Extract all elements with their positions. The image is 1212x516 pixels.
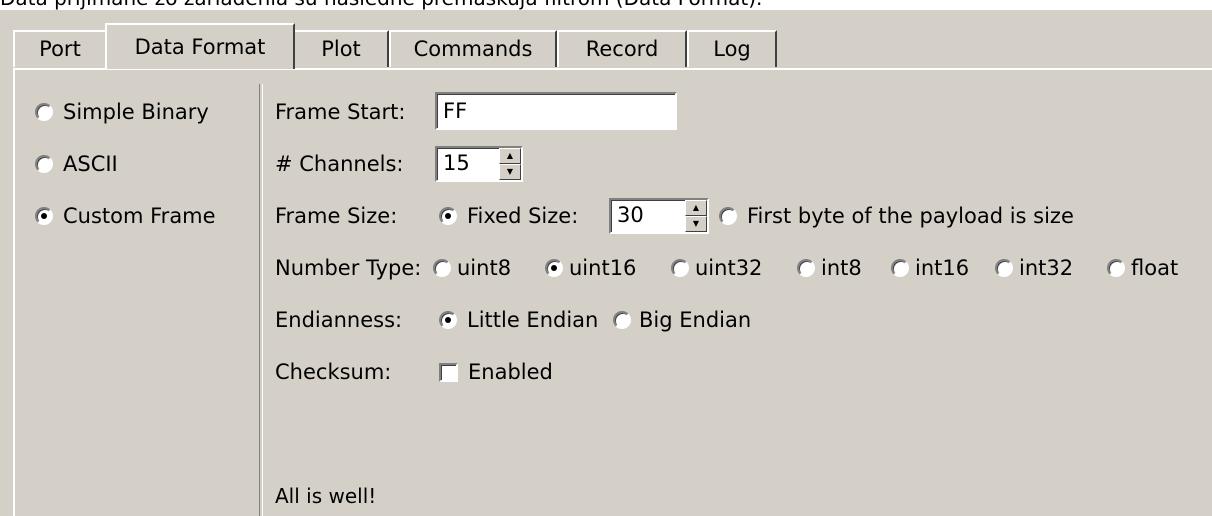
mode-simple-binary-radio[interactable]	[35, 103, 53, 121]
number-type-int16-radio[interactable]	[891, 259, 909, 277]
endianness-label: Endianness:	[275, 308, 403, 332]
tab-port[interactable]: Port	[13, 30, 107, 67]
number-type-float-radio[interactable]	[1107, 259, 1125, 277]
channels-up-arrow-icon[interactable]: ▲	[499, 148, 521, 164]
frame-size-first-byte-label: First byte of the payload is size	[747, 204, 1074, 228]
frame-size-fixed[interactable]: Fixed Size:	[439, 204, 578, 228]
channels-down-arrow-icon[interactable]: ▼	[499, 164, 521, 180]
number-type-uint8-label: uint8	[457, 256, 512, 280]
tab-record[interactable]: Record	[557, 30, 687, 67]
frame-size-first-byte[interactable]: First byte of the payload is size	[719, 204, 1074, 228]
number-type-uint32-label: uint32	[695, 256, 763, 280]
number-type-uint8[interactable]: uint8	[433, 256, 511, 280]
endianness-big-radio[interactable]	[613, 311, 631, 329]
mode-simple-binary-label: Simple Binary	[63, 100, 209, 124]
endianness-little-radio[interactable]	[439, 311, 457, 329]
number-type-float-label: float	[1131, 256, 1179, 280]
fixed-size-up-arrow-icon[interactable]: ▲	[685, 200, 707, 216]
group-divider	[259, 84, 263, 516]
number-type-uint32[interactable]: uint32	[671, 256, 762, 280]
frame-size-fixed-label: Fixed Size:	[467, 204, 579, 228]
number-type-uint32-radio[interactable]	[671, 259, 689, 277]
checksum-label: Checksum:	[275, 360, 392, 384]
mode-ascii-radio[interactable]	[35, 155, 53, 173]
frame-start-label: Frame Start:	[275, 100, 406, 124]
channels-spin-buttons: ▲ ▼	[499, 148, 521, 180]
fixed-size-value[interactable]: 30	[611, 200, 685, 232]
number-type-float[interactable]: float	[1107, 256, 1178, 280]
frame-size-fixed-radio[interactable]	[439, 207, 457, 225]
tab-log[interactable]: Log	[687, 30, 777, 67]
tab-data-format[interactable]: Data Format	[105, 23, 295, 69]
endianness-little[interactable]: Little Endian	[439, 308, 598, 332]
channels-label: # Channels:	[275, 152, 404, 176]
endianness-big-label: Big Endian	[639, 308, 752, 332]
mode-custom-frame-radio[interactable]	[35, 207, 53, 225]
fixed-size-spin-buttons: ▲ ▼	[685, 200, 707, 232]
number-type-int32-label: int32	[1019, 256, 1074, 280]
channels-spinner[interactable]: 15 ▲ ▼	[435, 146, 523, 182]
tab-commands[interactable]: Commands	[389, 30, 557, 67]
mode-ascii-label: ASCII	[63, 152, 118, 176]
endianness-little-label: Little Endian	[467, 308, 599, 332]
tab-bar: Port Data Format Plot Commands Record Lo…	[13, 23, 1203, 69]
number-type-int8-label: int8	[821, 256, 862, 280]
number-type-int32[interactable]: int32	[995, 256, 1073, 280]
number-type-uint16-radio[interactable]	[545, 259, 563, 277]
fixed-size-down-arrow-icon[interactable]: ▼	[685, 216, 707, 232]
tab-plot[interactable]: Plot	[293, 30, 389, 67]
checksum-enabled[interactable]: Enabled	[439, 360, 553, 384]
caption-text: Dáta prijímané zo zariadenia sú následne…	[0, 0, 1212, 10]
frame-start-input[interactable]: FF	[435, 92, 677, 130]
frame-size-first-byte-radio[interactable]	[719, 207, 737, 225]
status-text: All is well!	[275, 484, 377, 508]
tab-page-data-format: Simple Binary ASCII Custom Frame Frame S…	[13, 68, 1212, 516]
mode-custom-frame-label: Custom Frame	[63, 204, 216, 228]
number-type-int8[interactable]: int8	[797, 256, 862, 280]
mode-ascii[interactable]: ASCII	[35, 152, 118, 176]
number-type-uint16-label: uint16	[569, 256, 637, 280]
number-type-uint8-radio[interactable]	[433, 259, 451, 277]
fixed-size-spinner[interactable]: 30 ▲ ▼	[609, 198, 709, 234]
number-type-int8-radio[interactable]	[797, 259, 815, 277]
checksum-enabled-label: Enabled	[468, 360, 553, 384]
number-type-uint16[interactable]: uint16	[545, 256, 636, 280]
frame-size-label: Frame Size:	[275, 204, 398, 228]
number-type-int32-radio[interactable]	[995, 259, 1013, 277]
checksum-enabled-checkbox[interactable]	[439, 362, 458, 382]
number-type-int16[interactable]: int16	[891, 256, 969, 280]
endianness-big[interactable]: Big Endian	[613, 308, 751, 332]
channels-value[interactable]: 15	[437, 148, 499, 180]
number-type-int16-label: int16	[915, 256, 970, 280]
mode-custom-frame[interactable]: Custom Frame	[35, 204, 216, 228]
mode-simple-binary[interactable]: Simple Binary	[35, 100, 209, 124]
number-type-label: Number Type:	[275, 256, 422, 280]
data-format-window: Port Data Format Plot Commands Record Lo…	[0, 10, 1212, 516]
